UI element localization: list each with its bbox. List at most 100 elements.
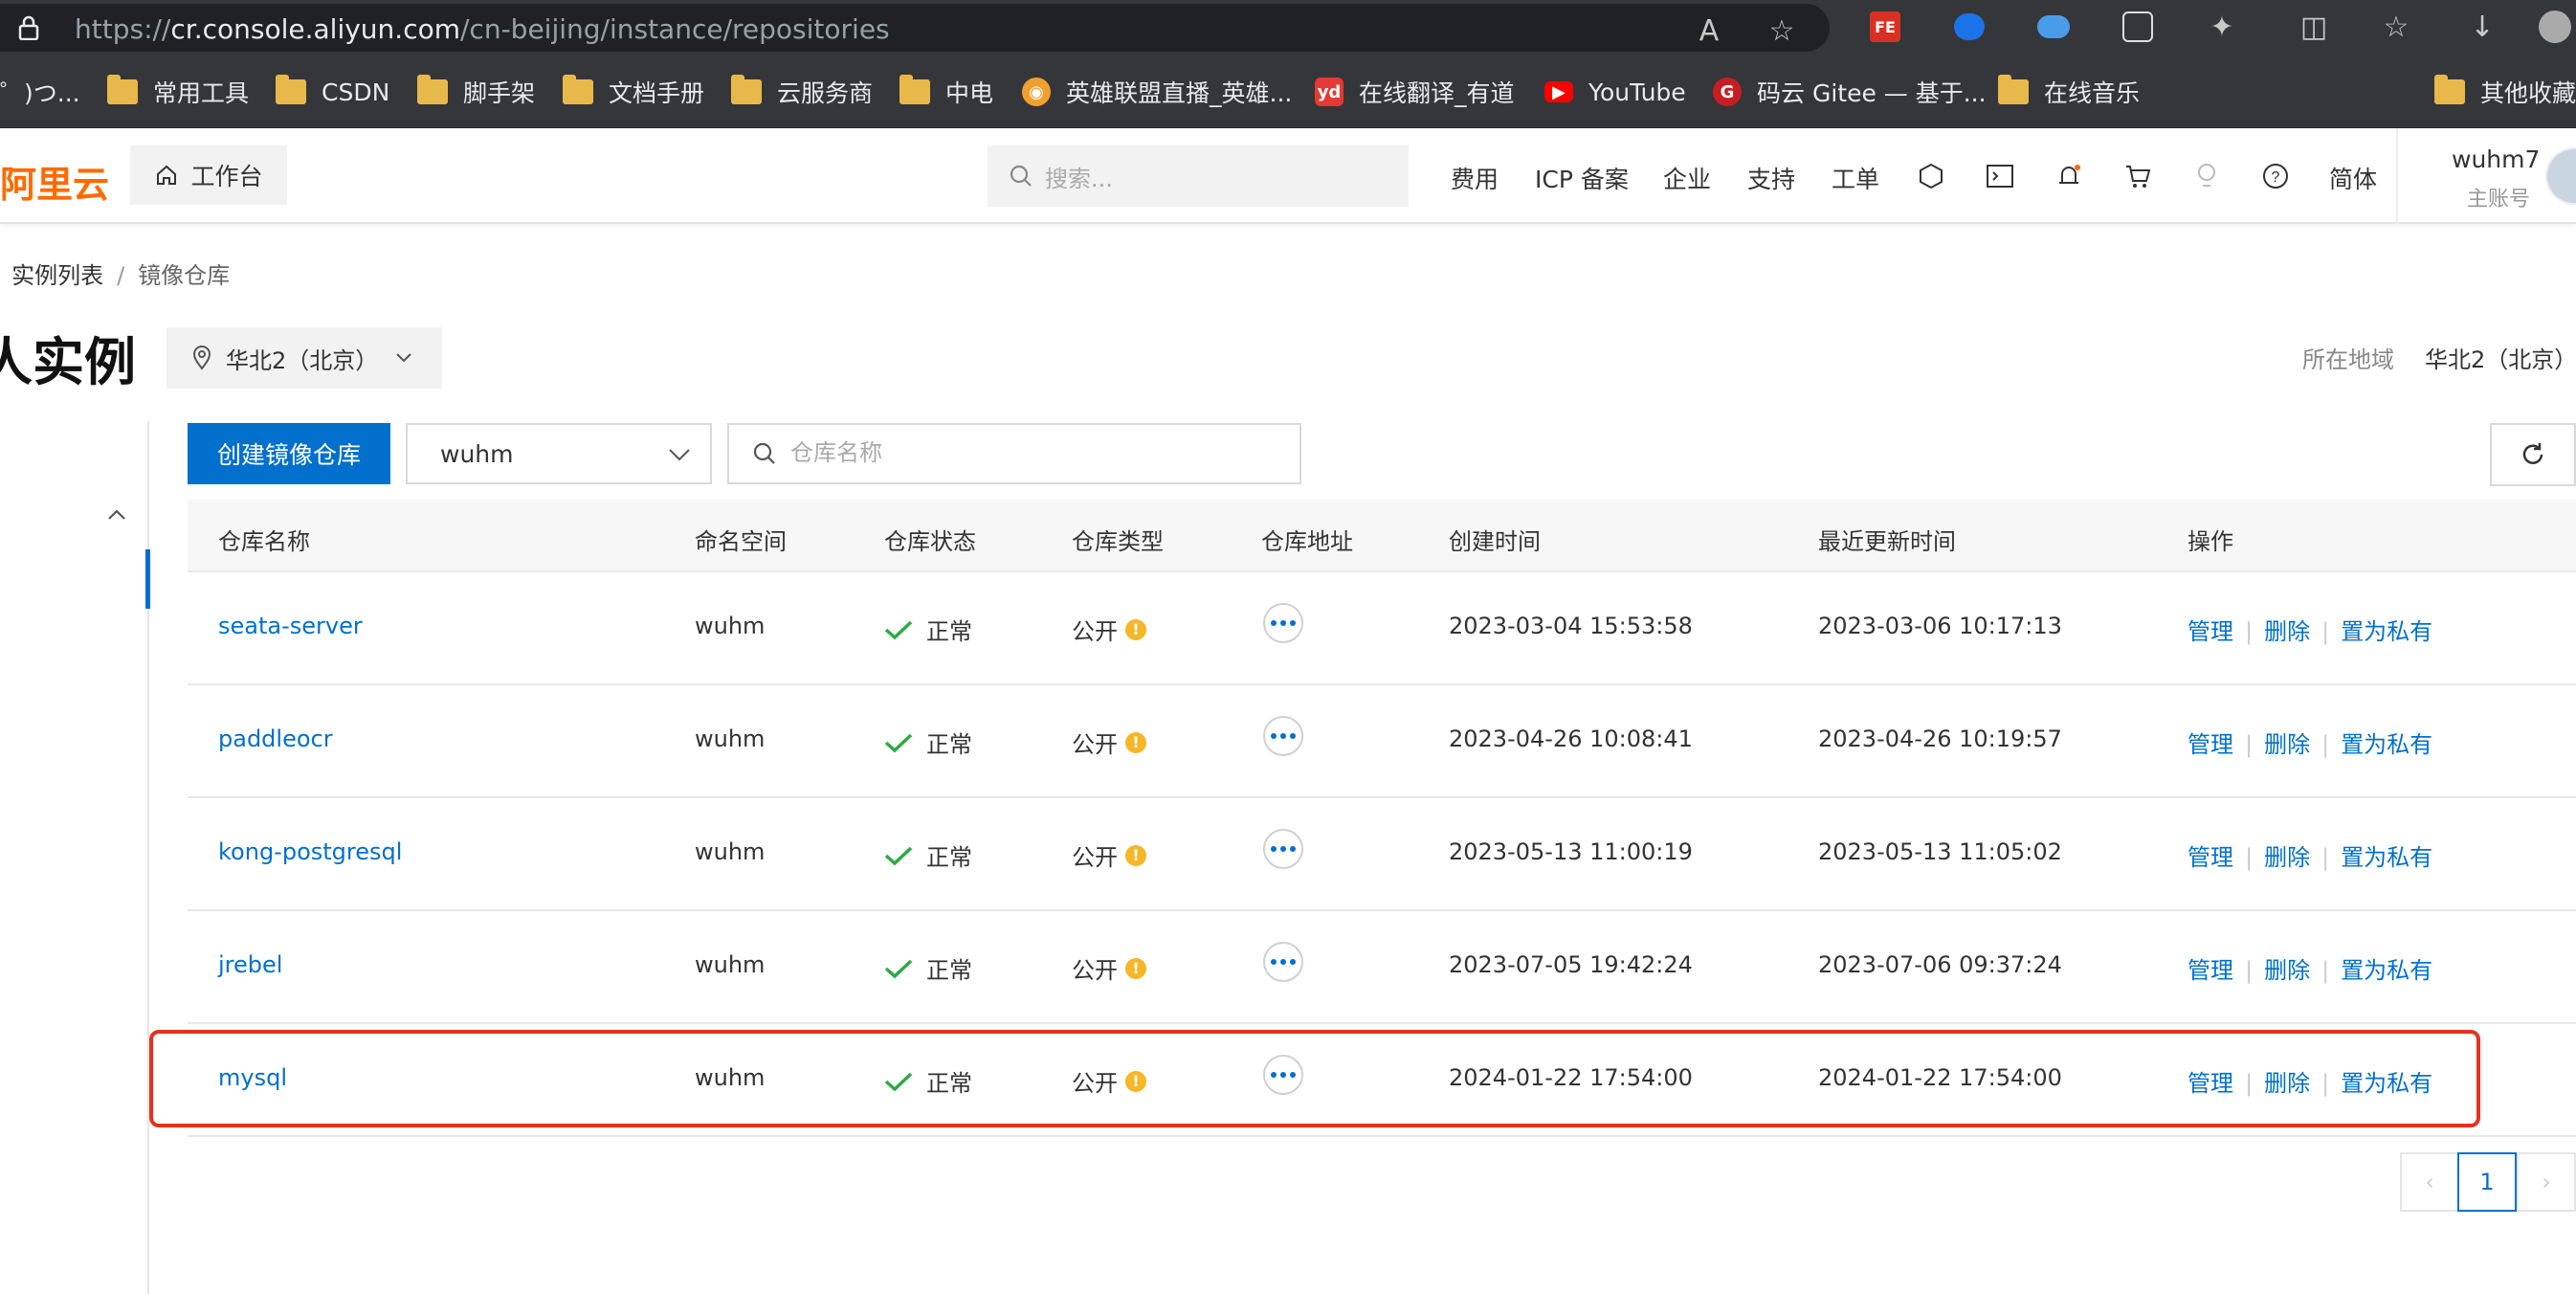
set-private-link[interactable]: 置为私有: [2341, 731, 2432, 758]
type-text: 公开: [1072, 1070, 1118, 1097]
breadcrumb-instances[interactable]: 实例列表: [11, 262, 103, 289]
pagination-prev-button[interactable]: ‹: [2400, 1152, 2459, 1212]
bookmark-item[interactable]: G 码云 Gitee — 基于...: [1713, 75, 1987, 109]
created-time-cell: 2023-04-26 10:08:41: [1449, 725, 1693, 752]
read-aloud-icon[interactable]: A: [1690, 11, 1728, 50]
more-address-icon[interactable]: [1263, 716, 1303, 756]
favorites-icon[interactable]: ☆: [2377, 8, 2415, 46]
terminal-icon[interactable]: [1981, 157, 2019, 195]
set-private-link[interactable]: 置为私有: [2341, 618, 2432, 645]
repository-name-link[interactable]: kong-postgresql: [218, 838, 402, 865]
extensions-puzzle-icon[interactable]: ✦: [2203, 8, 2241, 46]
warning-icon[interactable]: !: [1125, 1070, 1146, 1092]
more-address-icon[interactable]: [1263, 603, 1303, 643]
breadcrumb-repositories: 镜像仓库: [138, 262, 231, 289]
bookmark-folder[interactable]: 云服务商: [731, 75, 873, 109]
namespace-select[interactable]: wuhm: [406, 423, 712, 484]
cart-icon[interactable]: [2119, 157, 2157, 195]
status-text: 正常: [926, 957, 972, 984]
delete-link[interactable]: 删除: [2264, 957, 2310, 984]
nav-ticket[interactable]: 工单: [1832, 161, 1879, 195]
manage-link[interactable]: 管理: [2187, 844, 2233, 871]
help-icon[interactable]: ?: [2256, 157, 2295, 195]
created-time-cell: 2023-05-13 11:00:19: [1449, 838, 1693, 865]
more-address-icon[interactable]: [1263, 1055, 1303, 1095]
favorite-star-icon[interactable]: ☆: [1763, 11, 1801, 50]
download-icon[interactable]: ↓: [2463, 8, 2501, 46]
set-private-link[interactable]: 置为私有: [2341, 1070, 2432, 1097]
set-private-link[interactable]: 置为私有: [2341, 844, 2432, 871]
bookmark-folder[interactable]: 在线音乐: [1998, 75, 2140, 109]
api-icon[interactable]: [1912, 157, 1950, 195]
chevron-down-icon: [669, 449, 690, 461]
warning-icon[interactable]: !: [1125, 618, 1146, 640]
extension-cloud-icon[interactable]: [2034, 8, 2073, 46]
delete-link[interactable]: 删除: [2264, 618, 2310, 645]
lightbulb-icon[interactable]: [2187, 157, 2226, 195]
delete-link[interactable]: 删除: [2264, 1070, 2310, 1097]
pagination-page-1[interactable]: 1: [2457, 1152, 2517, 1212]
url-text[interactable]: https://cr.console.aliyun.com/cn-beijing…: [75, 13, 890, 45]
aliyun-logo[interactable]: 阿里云: [0, 155, 109, 208]
workbench-label: 工作台: [190, 163, 263, 190]
warning-icon[interactable]: !: [1125, 731, 1146, 753]
address-bar[interactable]: https://cr.console.aliyun.com/cn-beijing…: [0, 4, 1830, 52]
refresh-button[interactable]: [2490, 423, 2576, 486]
nav-support[interactable]: 支持: [1747, 161, 1795, 195]
manage-link[interactable]: 管理: [2187, 618, 2233, 645]
folder-icon: [107, 75, 138, 104]
bookmark-item[interactable]: ゜)つ...: [0, 75, 80, 109]
nav-enterprise[interactable]: 企业: [1663, 161, 1711, 195]
manage-link[interactable]: 管理: [2187, 731, 2233, 758]
status-cell: 正常: [884, 1064, 972, 1098]
global-search-input[interactable]: 搜索...: [988, 145, 1409, 207]
set-private-link[interactable]: 置为私有: [2341, 957, 2432, 984]
repository-name-link[interactable]: jrebel: [218, 951, 282, 978]
bookmark-folder[interactable]: 脚手架: [417, 75, 535, 109]
header-divider: [2396, 128, 2398, 224]
bookmark-folder[interactable]: 中电: [899, 75, 993, 109]
breadcrumb: /实例列表/镜像仓库: [11, 262, 231, 289]
language-switch[interactable]: 简体: [2329, 161, 2377, 195]
workbench-button[interactable]: 工作台: [130, 145, 287, 205]
type-cell: 公开!: [1072, 725, 1146, 759]
pagination-next-button[interactable]: ›: [2517, 1152, 2576, 1212]
repository-name-link[interactable]: seata-server: [218, 613, 363, 639]
nav-billing[interactable]: 费用: [1451, 161, 1499, 195]
nav-icp[interactable]: ICP 备案: [1535, 161, 1629, 195]
bookmark-folder-other[interactable]: 其他收藏夹: [2434, 75, 2576, 109]
bell-icon[interactable]: [2050, 157, 2088, 195]
profile-icon[interactable]: [2536, 8, 2574, 46]
namespace-cell: wuhm: [695, 613, 766, 639]
actions-cell: 管理 | 删除 | 置为私有: [2187, 1070, 2433, 1097]
extension-fe-icon[interactable]: FE: [1866, 8, 1904, 46]
repository-search[interactable]: [727, 423, 1301, 484]
repository-search-input[interactable]: [790, 440, 1250, 467]
more-address-icon[interactable]: [1263, 829, 1303, 869]
warning-icon[interactable]: !: [1125, 844, 1146, 866]
avatar[interactable]: [2545, 147, 2576, 205]
delete-link[interactable]: 删除: [2264, 731, 2310, 758]
updated-time-cell: 2024-01-22 17:54:00: [1818, 1064, 2062, 1091]
bookmark-item[interactable]: yd 在线翻译_有道: [1315, 75, 1515, 109]
bookmark-item[interactable]: ◉ 英雄联盟直播_英雄...: [1022, 75, 1292, 109]
manage-link[interactable]: 管理: [2187, 1070, 2233, 1097]
more-address-icon[interactable]: [1263, 942, 1303, 982]
region-select[interactable]: 华北2（北京）: [167, 327, 442, 389]
chevron-up-icon[interactable]: [103, 502, 130, 528]
create-repository-button[interactable]: 创建镜像仓库: [188, 423, 390, 484]
repository-name-link[interactable]: paddleocr: [218, 725, 333, 752]
warning-icon[interactable]: !: [1125, 957, 1146, 979]
split-screen-icon[interactable]: ◫: [2295, 8, 2333, 46]
bookmark-folder[interactable]: 文档手册: [563, 75, 704, 109]
bookmark-folder[interactable]: CSDN: [276, 75, 389, 109]
bookmark-item[interactable]: ▶ YouTube: [1544, 75, 1686, 109]
bookmark-folder[interactable]: 常用工具: [107, 75, 249, 109]
delete-link[interactable]: 删除: [2264, 844, 2310, 871]
repository-name-link[interactable]: mysql: [218, 1064, 287, 1091]
extension-glasses-icon[interactable]: [2119, 8, 2157, 46]
manage-link[interactable]: 管理: [2187, 957, 2233, 984]
extension-chat-icon[interactable]: [1950, 8, 1988, 46]
user-name[interactable]: wuhm7: [2452, 145, 2540, 173]
table-row: seata-server wuhm 正常 公开! 2023-03-04 15:53:58…: [188, 572, 2576, 685]
